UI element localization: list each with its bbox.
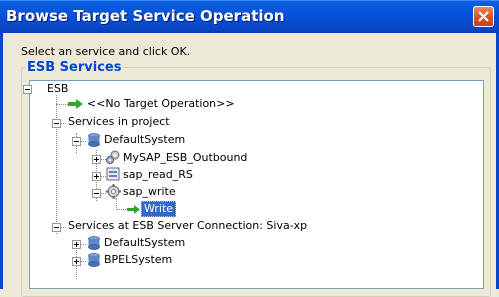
tree-node-services-in-project[interactable]: Services in project bbox=[68, 115, 170, 129]
mysap-outbound-expand-toggle[interactable] bbox=[92, 155, 101, 164]
tree-node-no-target[interactable]: <<No Target Operation>> bbox=[87, 97, 235, 111]
close-icon bbox=[478, 11, 489, 22]
tree-node-sap-write[interactable]: sap_write bbox=[123, 185, 176, 199]
server-services-collapse-toggle[interactable] bbox=[52, 223, 61, 232]
tree-node-default-system[interactable]: DefaultSystem bbox=[104, 133, 185, 147]
tree-node-server-default-system[interactable]: DefaultSystem bbox=[104, 236, 185, 250]
adapter-gear-icon bbox=[106, 184, 121, 199]
database-icon bbox=[88, 236, 100, 250]
window-border-left bbox=[0, 33, 3, 289]
tree-node-write[interactable]: Write bbox=[141, 201, 177, 217]
database-icon bbox=[88, 253, 100, 267]
sap-write-collapse-toggle[interactable] bbox=[92, 189, 101, 198]
arrow-right-icon bbox=[68, 99, 83, 109]
instruction-text: Select an service and click OK. bbox=[21, 45, 191, 58]
tree-node-mysap-outbound[interactable]: MySAP_ESB_Outbound bbox=[123, 151, 247, 165]
tree-node-bpel-system[interactable]: BPELSystem bbox=[104, 253, 172, 267]
bpel-system-expand-toggle[interactable] bbox=[72, 257, 81, 266]
tree-node-server-services[interactable]: Services at ESB Server Connection: Siva-… bbox=[68, 219, 307, 233]
sap-read-expand-toggle[interactable] bbox=[92, 172, 101, 181]
service-gear-icon bbox=[106, 150, 120, 164]
window-title: Browse Target Service Operation bbox=[6, 7, 285, 25]
esb-collapse-toggle[interactable] bbox=[23, 85, 32, 94]
group-label: ESB Services bbox=[25, 60, 124, 75]
tree-node-sap-read[interactable]: sap_read_RS bbox=[123, 168, 193, 182]
tree-node-esb[interactable]: ESB bbox=[47, 82, 68, 96]
services-in-project-collapse-toggle[interactable] bbox=[52, 119, 61, 128]
operation-arrow-icon bbox=[127, 205, 140, 214]
default-system-collapse-toggle[interactable] bbox=[72, 137, 81, 146]
adapter-icon bbox=[106, 167, 120, 181]
title-bar: Browse Target Service Operation bbox=[0, 0, 499, 33]
database-icon bbox=[88, 133, 100, 147]
server-default-system-expand-toggle[interactable] bbox=[72, 240, 81, 249]
service-tree[interactable]: ESB <<No Target Operation>> Services in … bbox=[23, 80, 484, 289]
close-button[interactable] bbox=[473, 6, 494, 27]
